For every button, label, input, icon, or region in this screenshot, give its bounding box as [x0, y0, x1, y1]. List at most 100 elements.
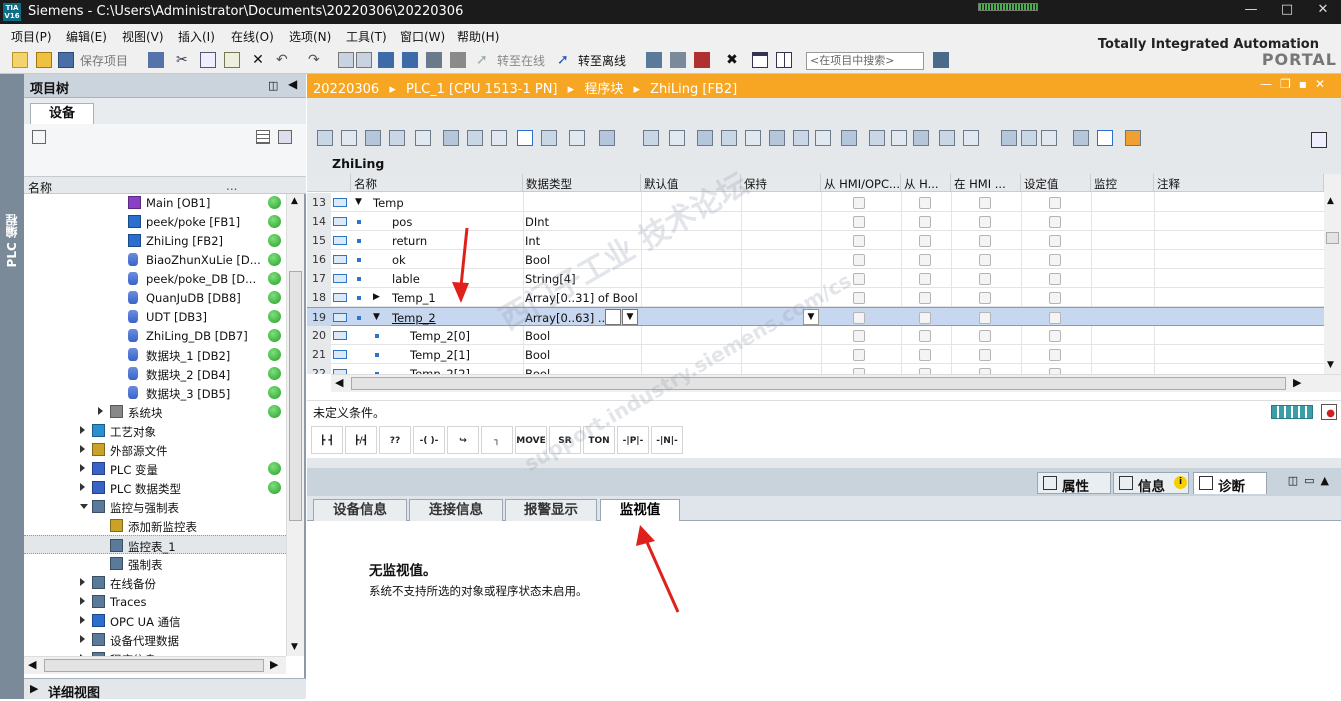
tree-item[interactable]: UDT [DB3] — [24, 307, 286, 326]
call-hierarchy-icon[interactable] — [669, 130, 685, 146]
toggle-comments-icon[interactable] — [491, 130, 507, 146]
cut-icon[interactable]: ✂ — [176, 52, 192, 68]
tree-item[interactable]: OPC UA 通信 — [24, 611, 286, 630]
type-browse-icon[interactable] — [605, 309, 621, 325]
ladder-p-button[interactable]: -|P|- — [617, 426, 649, 454]
setpoint-checkbox[interactable] — [1049, 216, 1061, 228]
overview-icon[interactable] — [278, 130, 292, 144]
setpoint-checkbox[interactable] — [1049, 254, 1061, 266]
visible-hmi-checkbox[interactable] — [979, 312, 991, 324]
variable-name[interactable]: Temp_2[2] — [410, 367, 470, 374]
table-row[interactable]: 22 Temp_2[2] Bool — [307, 364, 1324, 374]
col-visible-hmi[interactable]: 在 HMI ... — [951, 174, 1021, 192]
split-vertical-icon[interactable] — [776, 52, 792, 68]
expand-arrow-icon[interactable] — [80, 464, 85, 472]
table-row[interactable]: 21 Temp_2[1] Bool — [307, 345, 1324, 364]
writable-hmi-checkbox[interactable] — [919, 330, 931, 342]
update-calls-icon[interactable] — [913, 130, 929, 146]
expand-arrow-icon[interactable]: ▶ — [373, 292, 380, 302]
project-tree-vscrollbar[interactable]: ▲ ▼ — [286, 194, 304, 656]
tab-diagnostics[interactable]: 诊断 — [1193, 472, 1267, 495]
tree-item[interactable]: QuanJuDB [DB8] — [24, 288, 286, 307]
col-setpoint[interactable]: 设定值 — [1021, 174, 1091, 192]
tree-item[interactable]: 在线备份 — [24, 573, 286, 592]
menu-tools[interactable]: 工具(T) — [346, 28, 387, 45]
ladder-n-button[interactable]: -|N|- — [651, 426, 683, 454]
subtab-device-info[interactable]: 设备信息 — [313, 499, 407, 521]
insert-network-icon[interactable] — [317, 130, 333, 146]
setpoint-checkbox[interactable] — [1049, 197, 1061, 209]
variable-name[interactable]: Temp — [373, 196, 404, 210]
close-editors-icon[interactable]: ✖ — [724, 52, 740, 68]
expand-arrow-icon[interactable] — [80, 597, 85, 605]
col-writable-hmi[interactable]: 从 H... — [901, 174, 951, 192]
new-project-icon[interactable] — [12, 52, 28, 68]
copy-icon[interactable] — [200, 52, 216, 68]
breadcrumb-program-blocks[interactable]: 程序块 — [584, 82, 623, 97]
variable-name[interactable]: pos — [392, 215, 412, 229]
menu-edit[interactable]: 编辑(E) — [66, 28, 107, 45]
menu-view[interactable]: 视图(V) — [122, 28, 164, 45]
detail-view-bar[interactable]: ▶ 详细视图 — [24, 678, 306, 701]
save-project-button[interactable]: 保存项目 — [80, 52, 128, 69]
setpoint-checkbox[interactable] — [1049, 292, 1061, 304]
list-view-icon[interactable] — [256, 130, 270, 144]
previous-error-icon[interactable] — [869, 130, 885, 146]
scroll-up-icon[interactable]: ▲ — [291, 196, 298, 206]
project-tree-hscroll-thumb[interactable] — [44, 659, 264, 672]
accessible-hmi-checkbox[interactable] — [853, 312, 865, 324]
accessible-hmi-checkbox[interactable] — [853, 254, 865, 266]
scroll-right-icon[interactable]: ▶ — [270, 658, 278, 671]
project-tree-hscrollbar[interactable]: ◀ ▶ — [24, 656, 286, 674]
expand-detail-icon[interactable]: ▶ — [30, 682, 38, 695]
table-row[interactable]: 14 pos DInt — [307, 212, 1324, 231]
table-row[interactable]: 20 Temp_2[0] Bool — [307, 326, 1324, 345]
writable-hmi-checkbox[interactable] — [919, 254, 931, 266]
table-row[interactable]: 15 return Int — [307, 231, 1324, 250]
accessible-hmi-checkbox[interactable] — [853, 235, 865, 247]
breadcrumb-plc[interactable]: PLC_1 [CPU 1513-1 PN] — [406, 82, 558, 97]
upload-icon[interactable] — [402, 52, 418, 68]
tree-item[interactable]: Traces — [24, 592, 286, 611]
toggle-overview-icon[interactable] — [1311, 132, 1327, 148]
close-icon[interactable]: ✕ — [1305, 0, 1341, 22]
menu-online[interactable]: 在线(O) — [231, 28, 274, 45]
snapshot-icon[interactable] — [745, 130, 761, 146]
scroll-left-icon[interactable]: ◀ — [335, 376, 343, 389]
delete-icon[interactable]: ✕ — [250, 52, 266, 68]
subtab-alarm-display[interactable]: 报警显示 — [505, 499, 597, 521]
compile-icon[interactable] — [426, 52, 442, 68]
cross-reference-icon[interactable] — [670, 52, 686, 68]
pin-icon[interactable]: ◫ — [268, 79, 278, 92]
accessible-devices-icon[interactable] — [646, 52, 662, 68]
col-monitor[interactable]: 监控 — [1091, 174, 1154, 192]
col-name[interactable]: 名称 — [351, 174, 523, 192]
keep-actual-icon[interactable] — [841, 130, 857, 146]
tree-item[interactable]: 数据块_3 [DB5] — [24, 383, 286, 402]
network-close-icon[interactable] — [467, 130, 483, 146]
variable-datatype[interactable]: Int — [525, 234, 540, 248]
go-to-next-icon[interactable] — [415, 130, 431, 146]
interface-vscrollbar[interactable]: ▲ ▼ — [1324, 174, 1341, 374]
variable-name[interactable]: Temp_1 — [392, 291, 436, 305]
writable-hmi-checkbox[interactable] — [919, 292, 931, 304]
test-icon[interactable] — [1073, 130, 1089, 146]
tree-item[interactable]: 工艺对象 — [24, 421, 286, 440]
writable-hmi-checkbox[interactable] — [919, 349, 931, 361]
modify-icon[interactable] — [721, 130, 737, 146]
tree-item[interactable]: peek/poke_DB [D... — [24, 269, 286, 288]
visible-hmi-checkbox[interactable] — [979, 216, 991, 228]
tab-info[interactable]: 信息 i — [1113, 472, 1189, 495]
variable-name[interactable]: return — [392, 234, 427, 248]
tab-properties[interactable]: 属性 — [1037, 472, 1111, 495]
ladder-coil-button[interactable]: -( )- — [413, 426, 445, 454]
writable-hmi-checkbox[interactable] — [919, 197, 931, 209]
scroll-down-icon[interactable]: ▼ — [291, 642, 298, 652]
load-default-icon[interactable] — [815, 130, 831, 146]
abs-sym-icon[interactable] — [599, 130, 615, 146]
network-open-icon[interactable] — [443, 130, 459, 146]
tree-item[interactable]: 外部源文件 — [24, 440, 286, 459]
setpoint-checkbox[interactable] — [1049, 273, 1061, 285]
table-row[interactable]: 16 ok Bool — [307, 250, 1324, 269]
tab-devices[interactable]: 设备 — [30, 103, 94, 125]
